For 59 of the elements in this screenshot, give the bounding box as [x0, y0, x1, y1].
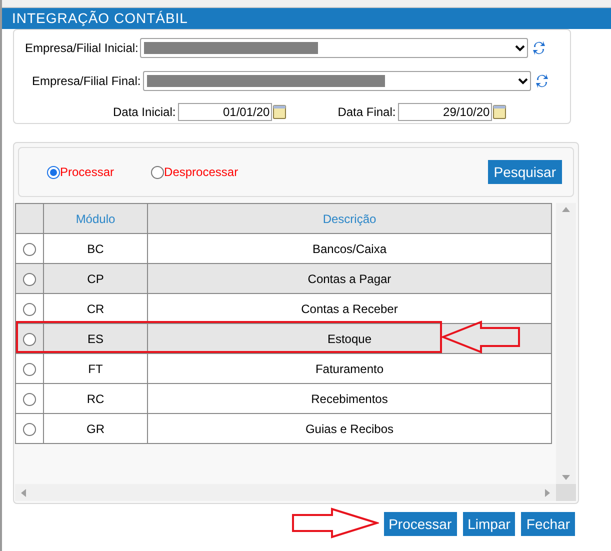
date-field[interactable]: 29/10/20 [398, 103, 492, 121]
scrollbar-corner [556, 484, 576, 501]
action-button[interactable]: Processar [384, 512, 457, 536]
field-label: Empresa/Filial Inicial: [25, 40, 138, 57]
table-cell: Contas a Pagar [308, 272, 392, 286]
table-row[interactable]: FT Faturamento [16, 354, 552, 384]
table-cell: Contas a Receber [301, 302, 398, 316]
table-cell: RC [86, 392, 104, 406]
table-cell: CP [87, 272, 104, 286]
radio-button[interactable] [151, 166, 164, 178]
scroll-right-icon[interactable] [545, 488, 550, 496]
table-cell: Estoque [327, 332, 372, 346]
field-label: Empresa/Filial Final: [32, 73, 141, 90]
table-row[interactable]: CP Contas a Pagar [16, 264, 552, 294]
table-cell: FT [88, 362, 103, 376]
scroll-up-icon[interactable] [562, 207, 570, 212]
table-cell: Guias e Recibos [305, 422, 394, 436]
vertical-scrollbar[interactable] [556, 203, 576, 484]
horizontal-scrollbar[interactable] [15, 484, 556, 501]
company-select[interactable] [140, 38, 528, 58]
field-label: Data Inicial: [113, 104, 176, 121]
table-row[interactable]: CR Contas a Receber [16, 294, 552, 324]
refresh-icon[interactable] [532, 40, 546, 56]
table-cell: Recebimentos [311, 392, 388, 406]
refresh-icon[interactable] [534, 73, 549, 89]
radio-button[interactable] [23, 332, 36, 346]
scroll-down-icon[interactable] [562, 475, 570, 480]
table-cell: Faturamento [315, 362, 384, 376]
table-cell: Bancos/Caixa [312, 242, 387, 256]
radio-label[interactable]: Processar [60, 163, 114, 181]
radio-label[interactable]: Desprocessar [164, 163, 238, 181]
action-button[interactable]: Fechar [521, 512, 575, 536]
table-row[interactable]: GR Guias e Recibos [16, 414, 552, 444]
chevron-down-icon [515, 44, 526, 52]
radio-button[interactable] [23, 302, 36, 316]
table-cell: ES [87, 332, 104, 346]
table-cell: GR [86, 422, 104, 436]
table-cell: BC [87, 242, 104, 256]
action-button[interactable]: Limpar [462, 512, 516, 536]
chevron-down-icon [518, 78, 528, 84]
radio-button[interactable] [23, 242, 36, 256]
field-label: Data Final: [338, 104, 396, 121]
column-header: Módulo [76, 212, 116, 226]
radio-button[interactable] [47, 166, 60, 178]
column-header: Descrição [322, 212, 376, 226]
table-cell: CR [86, 302, 104, 316]
company-select[interactable] [142, 71, 531, 91]
radio-button[interactable] [23, 362, 36, 376]
radio-button[interactable] [23, 392, 36, 406]
calendar-icon[interactable] [492, 105, 506, 119]
radio-button[interactable] [23, 272, 36, 286]
search-button[interactable]: Pesquisar [488, 160, 562, 184]
calendar-icon[interactable] [272, 105, 286, 119]
window-title: INTEGRAÇÃO CONTÁBIL [12, 9, 188, 28]
table-row[interactable]: BC Bancos/Caixa [16, 234, 552, 264]
scroll-left-icon[interactable] [21, 488, 26, 496]
date-field[interactable]: 01/01/20 [178, 103, 272, 121]
table-row[interactable]: RC Recebimentos [16, 384, 552, 414]
radio-button[interactable] [23, 422, 36, 436]
